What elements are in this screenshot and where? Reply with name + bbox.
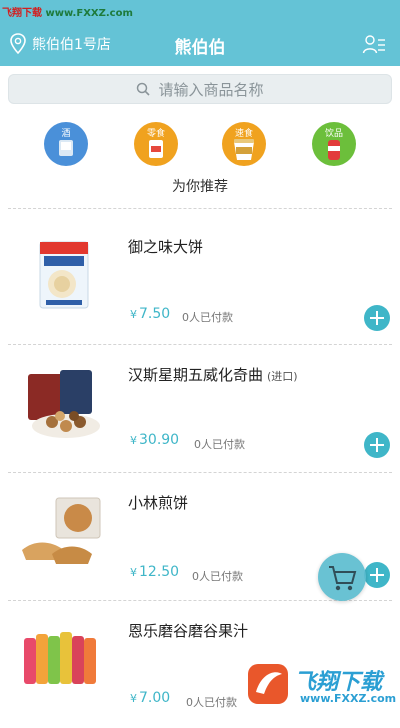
snack-bag-icon xyxy=(149,140,163,158)
category-snacks[interactable]: 零食 xyxy=(134,122,178,166)
price-value: 12.50 xyxy=(139,564,180,580)
product-item[interactable]: 汉斯星期五威化奇曲 (进口) ¥30.90 0人已付款 xyxy=(0,346,400,472)
watermark-bottom: 飞翔下载 www.FXXZ.com xyxy=(246,660,396,710)
page-title: 熊伯伯 xyxy=(174,38,226,58)
recommend-title: 为你推荐 xyxy=(172,179,228,195)
product-name-text: 御之味大饼 xyxy=(128,238,204,256)
search-icon xyxy=(137,82,151,96)
search-input[interactable]: 请输入商品名称 xyxy=(8,74,392,104)
user-list-icon[interactable] xyxy=(362,32,386,56)
product-item[interactable]: 御之味大饼 ¥7.50 0人已付款 xyxy=(0,218,400,344)
currency-symbol: ¥ xyxy=(130,566,137,579)
watermark-top: 飞翔下载 www.FXXZ.com xyxy=(2,4,133,19)
add-to-cart-button[interactable] xyxy=(364,305,390,331)
currency-symbol: ¥ xyxy=(130,434,137,447)
category-row: 酒 零食 速食 饮品 xyxy=(0,122,400,172)
divider xyxy=(8,208,392,209)
price-value: 30.90 xyxy=(139,432,180,448)
watermark-url: www.FXXZ.com xyxy=(45,8,133,19)
app-header: 熊伯伯1号店 熊伯伯 xyxy=(0,22,400,66)
product-name: 恩乐磨谷磨谷果汁 xyxy=(128,620,248,641)
product-image xyxy=(39,241,89,309)
sold-count: 0人已付款 xyxy=(194,438,245,451)
search-bar-area: 请输入商品名称 xyxy=(0,66,400,114)
watermark-name: 飞翔下载 xyxy=(2,8,42,19)
cart-icon xyxy=(329,566,357,591)
add-to-cart-button[interactable] xyxy=(364,562,390,588)
product-tag: (进口) xyxy=(267,370,298,383)
top-strip: 飞翔下载 www.FXXZ.com xyxy=(0,0,400,22)
sold-count: 0人已付款 xyxy=(192,570,243,583)
product-name-text: 汉斯星期五威化奇曲 xyxy=(128,366,264,384)
cart-button[interactable] xyxy=(318,553,366,601)
product-price: ¥7.00 xyxy=(130,690,170,706)
drink-can-icon xyxy=(328,140,340,160)
divider xyxy=(8,344,392,345)
search-placeholder: 请输入商品名称 xyxy=(158,80,264,99)
product-image xyxy=(22,497,101,564)
price-value: 7.50 xyxy=(139,306,171,322)
category-drinks[interactable]: 饮品 xyxy=(312,122,356,166)
watermark-logo-icon xyxy=(248,664,288,704)
wine-glass-icon xyxy=(59,140,73,156)
divider xyxy=(8,472,392,473)
category-liquor[interactable]: 酒 xyxy=(44,122,88,166)
category-instant-food[interactable]: 速食 xyxy=(222,122,266,166)
product-image xyxy=(24,632,96,684)
currency-symbol: ¥ xyxy=(130,308,137,321)
product-price: ¥7.50 xyxy=(130,306,170,322)
product-image xyxy=(28,370,100,438)
product-name: 御之味大饼 xyxy=(128,236,203,257)
product-name-text: 小林煎饼 xyxy=(128,494,189,512)
sold-count: 0人已付款 xyxy=(186,696,237,709)
price-value: 7.00 xyxy=(139,690,171,706)
add-to-cart-button[interactable] xyxy=(364,432,390,458)
product-price: ¥12.50 xyxy=(130,564,179,580)
currency-symbol: ¥ xyxy=(130,692,137,705)
sold-count: 0人已付款 xyxy=(182,311,233,324)
watermark-url: www.FXXZ.com xyxy=(300,692,397,705)
noodle-cup-icon xyxy=(234,139,254,160)
product-name: 小林煎饼 xyxy=(128,492,188,513)
product-name: 汉斯星期五威化奇曲 (进口) xyxy=(128,364,298,385)
product-name-text: 恩乐磨谷磨谷果汁 xyxy=(128,622,249,640)
product-price: ¥30.90 xyxy=(130,432,179,448)
